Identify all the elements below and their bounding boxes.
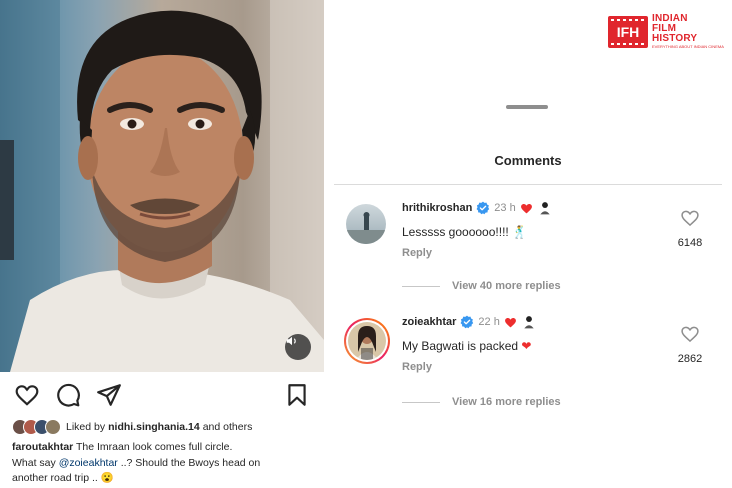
avatar[interactable] [346,204,386,244]
liker-avatars [12,419,61,435]
comment-body: hrithikroshan 23 h Lesssss goooooo!!!! 🕺… [402,200,552,259]
reply-button[interactable]: Reply [402,361,536,373]
view-more-replies-button[interactable]: View 40 more replies [402,280,561,292]
comment-like: 2862 [670,324,710,365]
comment-text-content: Lesssss goooooo!!!! [402,225,513,239]
caption-emoji: 😮 [100,472,114,484]
comment-button[interactable] [55,382,83,410]
replies-line [402,401,440,403]
audio-icon [286,336,296,346]
author-avatar-icon [524,316,534,329]
view-more-replies-button[interactable]: View 16 more replies [402,396,561,408]
heart-outline-icon[interactable] [680,324,700,344]
liked-by-suffix: and others [202,421,253,433]
post-actions [0,380,324,412]
author-avatar-icon [540,202,550,215]
comment-username[interactable]: hrithikroshan [402,202,472,214]
comment-text-content: My Bagwati is packed [402,339,522,353]
like-button[interactable] [14,382,42,410]
avatar-ring-inner [346,320,388,362]
comment-icon [57,383,80,407]
comment-like-count: 6148 [677,237,703,249]
logo-mark-text: IFH [616,24,640,40]
comment-username[interactable]: zoieakhtar [402,316,456,328]
share-icon [97,384,121,406]
comment-text: My Bagwati is packed ❤ [402,339,536,353]
share-button[interactable] [96,382,124,410]
comments-sheet: IFH INDIAN FILM HISTORY EVERYTHING ABOUT… [334,0,732,488]
caption-text: What say [12,456,59,469]
avatar-image [346,212,386,244]
instagram-post: Liked by nidhi.singhania.14 and others f… [0,0,324,488]
ifh-logo: IFH INDIAN FILM HISTORY EVERYTHING ABOUT… [608,14,724,50]
logo-wordmark: INDIAN FILM HISTORY EVERYTHING ABOUT IND… [652,14,724,50]
logo-mark: IFH [608,16,648,48]
view-more-replies-label: View 16 more replies [452,396,561,408]
comment-time: 23 h [494,202,516,214]
reply-button[interactable]: Reply [402,247,552,259]
post-caption: faroutakhtar The Imraan look comes full … [12,440,312,487]
sheet-title: Comments [494,153,562,168]
post-photo[interactable] [0,0,324,372]
liked-by-user-link[interactable]: nidhi.singhania.14 [108,421,200,433]
caption-text: The Imraan look comes full circle. [73,441,233,453]
avatar [45,419,61,435]
sheet-drag-handle[interactable] [506,105,548,109]
caption-text: another road trip .. [12,472,101,484]
replies-line [402,285,440,287]
view-more-replies-label: View 40 more replies [452,280,561,292]
caption-mention-link[interactable]: @zoieakhtar [59,457,118,469]
comment-text: Lesssss goooooo!!!! 🕺 [402,225,552,239]
caption-text: ..? Should the Bwoys head on [117,456,261,469]
caption-username[interactable]: faroutakhtar [12,441,73,453]
comment-header: zoieakhtar 22 h [402,314,536,330]
verified-icon [476,201,490,215]
divider [334,184,722,185]
avatar-image [348,322,386,360]
portrait-illustration [0,0,324,372]
comment-emoji: ❤ [521,339,532,353]
comment-like: 6148 [670,208,710,249]
likes-summary: Liked by nidhi.singhania.14 and others [12,418,252,436]
comment-like-count: 2862 [677,353,703,365]
avatar-story-ring[interactable] [344,318,390,364]
save-button[interactable] [284,382,312,410]
author-liked-heart-icon [504,317,516,328]
verified-icon [461,315,474,329]
comment-time: 22 h [478,316,500,328]
logo-line: HISTORY [652,33,698,44]
comment-body: zoieakhtar 22 h My Bagwati is packed ❤ R… [402,314,536,373]
bookmark-icon [288,384,306,406]
heart-icon [15,385,39,406]
audio-toggle-button[interactable] [285,334,311,360]
comment-emoji: 🕺 [512,225,528,239]
comment-header: hrithikroshan 23 h [402,200,552,216]
logo-tagline: EVERYTHING ABOUT INDIAN CINEMA [652,44,724,49]
liked-by-prefix: Liked by [66,421,106,433]
author-liked-heart-icon [520,203,532,214]
heart-outline-icon[interactable] [680,208,700,228]
